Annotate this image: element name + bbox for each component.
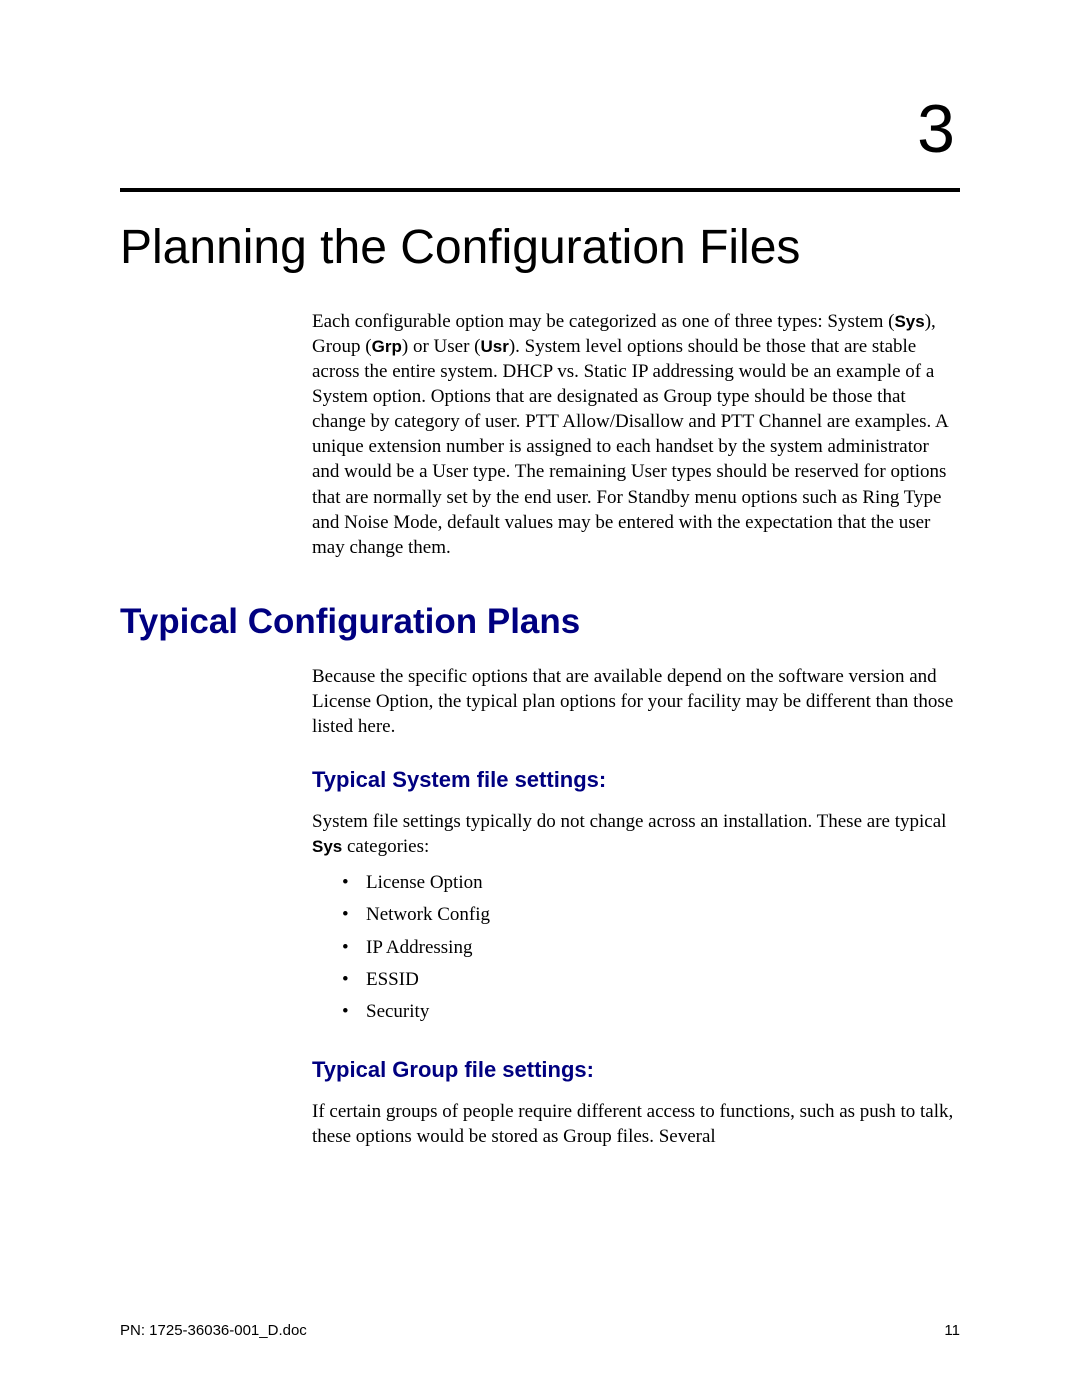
intro-paragraph: Each configurable option may be categori… bbox=[312, 309, 960, 560]
section-paragraph: Because the specific options that are av… bbox=[312, 664, 960, 739]
subsection-system-heading: Typical System file settings: bbox=[312, 767, 960, 793]
intro-text-3: ) or User ( bbox=[402, 336, 481, 357]
subsection-system-paragraph: System file settings typically do not ch… bbox=[312, 809, 960, 859]
list-item: Security bbox=[342, 996, 960, 1028]
section-heading: Typical Configuration Plans bbox=[120, 602, 960, 642]
sys-para-bold: Sys bbox=[312, 837, 342, 856]
list-item: Network Config bbox=[342, 899, 960, 931]
document-page: 3 Planning the Configuration Files Each … bbox=[0, 0, 1080, 1397]
intro-bold-usr: Usr bbox=[480, 337, 508, 356]
sys-para-seg1: System file settings typically do not ch… bbox=[312, 811, 946, 832]
chapter-title: Planning the Configuration Files bbox=[120, 220, 960, 275]
page-footer: PN: 1725-36036-001_D.doc 11 bbox=[120, 1322, 960, 1339]
intro-text-4: ). System level options should be those … bbox=[312, 336, 948, 558]
chapter-divider bbox=[120, 188, 960, 192]
list-item: IP Addressing bbox=[342, 932, 960, 964]
intro-bold-sys: Sys bbox=[894, 312, 924, 331]
intro-text-1: Each configurable option may be categori… bbox=[312, 311, 894, 332]
intro-bold-grp: Grp bbox=[372, 337, 402, 356]
subsection-group-paragraph: If certain groups of people require diff… bbox=[312, 1099, 960, 1149]
list-item: License Option bbox=[342, 867, 960, 899]
chapter-number: 3 bbox=[120, 90, 960, 168]
footer-document-id: PN: 1725-36036-001_D.doc bbox=[120, 1322, 307, 1339]
system-settings-list: License Option Network Config IP Address… bbox=[342, 867, 960, 1028]
sys-para-seg2: categories: bbox=[342, 836, 429, 857]
list-item: ESSID bbox=[342, 964, 960, 996]
footer-page-number: 11 bbox=[944, 1322, 960, 1339]
subsection-group-heading: Typical Group file settings: bbox=[312, 1057, 960, 1083]
